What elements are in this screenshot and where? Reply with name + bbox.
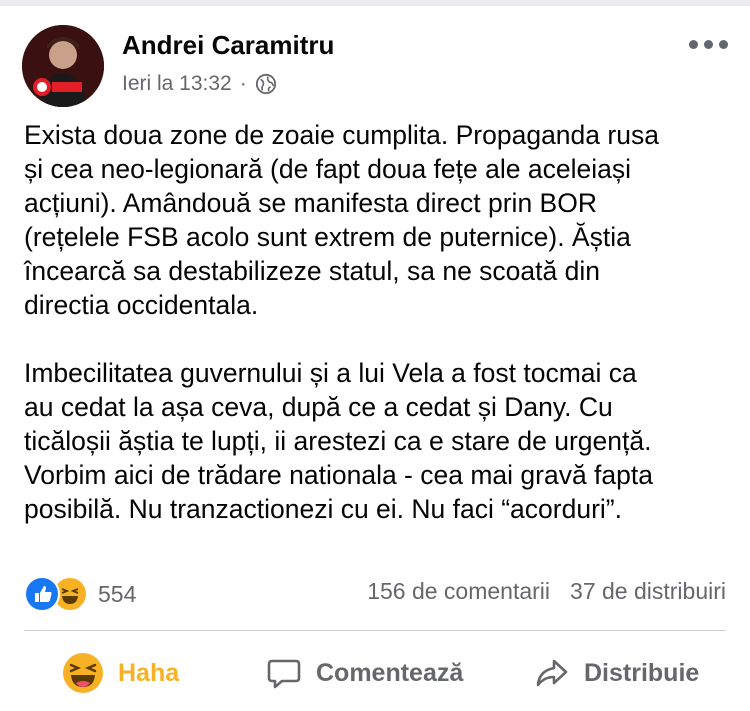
post-meta: Ieri la 13:32 · <box>122 72 277 96</box>
avatar[interactable] <box>22 25 104 107</box>
dot-icon <box>704 40 713 49</box>
dot-icon <box>719 40 728 49</box>
divider <box>24 630 726 631</box>
reactions-summary[interactable]: 554 <box>24 576 136 612</box>
shares-count-link[interactable]: 37 de distribuiri <box>570 578 726 605</box>
haha-emoji-icon <box>63 653 103 693</box>
stop-covid-badge <box>52 82 82 92</box>
more-options-button[interactable] <box>689 40 728 49</box>
dot-icon <box>689 40 698 49</box>
reaction-count: 554 <box>98 580 137 607</box>
haha-reaction-button[interactable]: Haha <box>62 645 179 701</box>
comment-label: Comentează <box>316 658 464 687</box>
comments-count-link[interactable]: 156 de comentarii <box>367 578 550 605</box>
share-icon <box>536 659 568 687</box>
comment-button[interactable]: Comentează <box>266 645 463 701</box>
author-name[interactable]: Andrei Caramitru <box>122 30 334 61</box>
post-paragraph: Imbecilitatea guvernului și a lui Vela a… <box>24 358 653 524</box>
post-timestamp[interactable]: Ieri la 13:32 <box>122 72 232 96</box>
globe-icon[interactable] <box>255 73 277 95</box>
post-paragraph: Exista doua zone de zoaie cumplita. Prop… <box>24 120 659 320</box>
haha-label: Haha <box>118 658 180 687</box>
meta-separator: · <box>239 72 247 95</box>
comment-icon <box>267 659 301 689</box>
share-button[interactable]: Distribuie <box>534 645 699 701</box>
post-text: Exista doua zone de zoaie cumplita. Prop… <box>24 118 734 560</box>
share-label: Distribuie <box>584 658 700 687</box>
avatar-image <box>22 25 104 107</box>
like-icon <box>24 576 60 612</box>
top-border <box>0 0 750 6</box>
action-bar: Haha Comentează Distribuie <box>0 645 750 701</box>
engagement-counts: 156 de comentarii 37 de distribuiri <box>367 578 726 605</box>
